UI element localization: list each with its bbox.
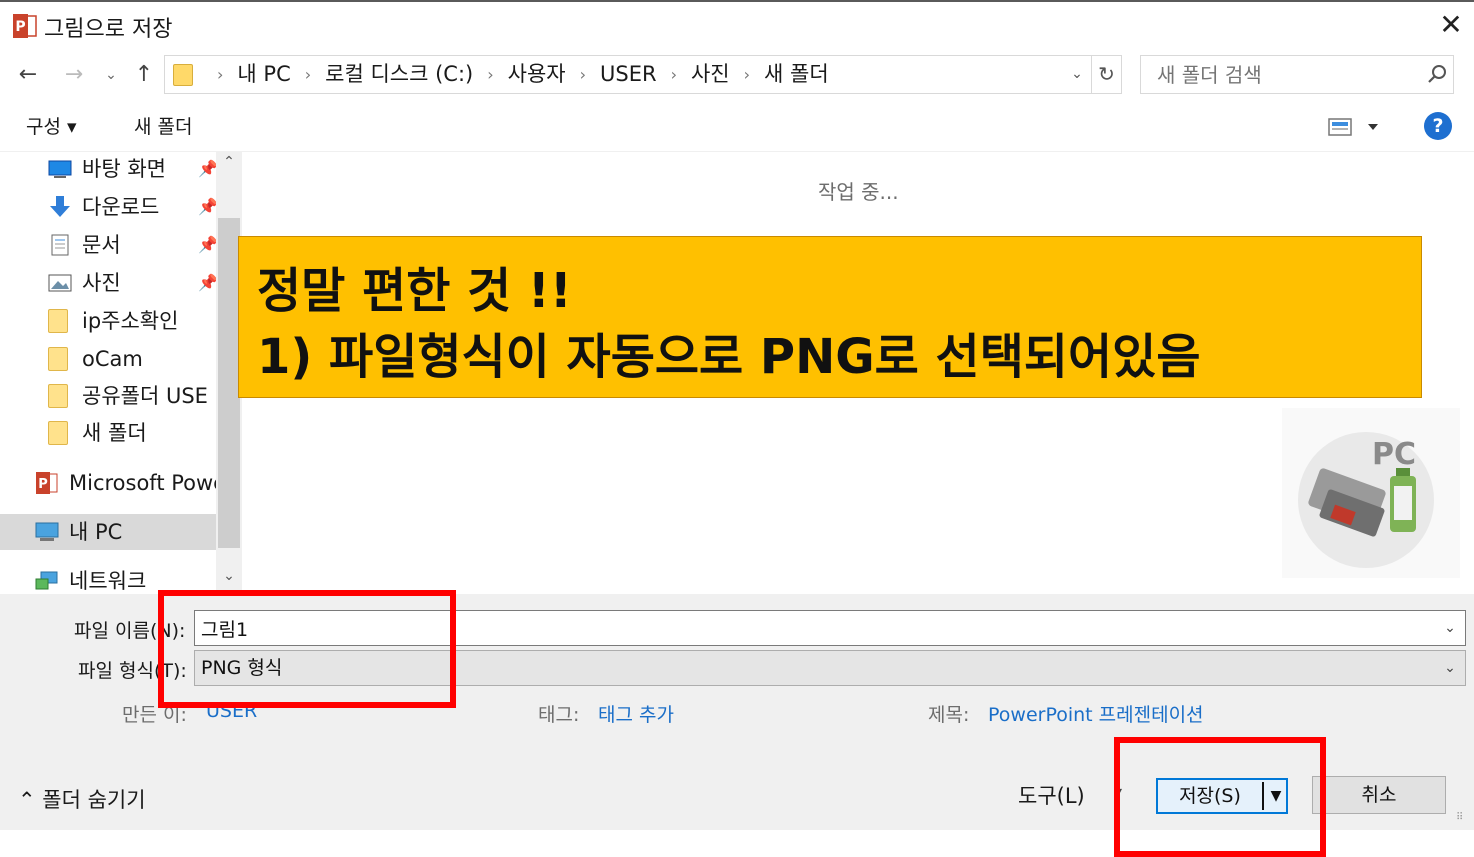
folder-icon [48, 421, 68, 445]
scroll-up-icon[interactable]: ⌃ [216, 154, 242, 178]
sidebar-item-label: 문서 [82, 233, 121, 257]
scroll-down-icon[interactable]: ⌄ [216, 568, 242, 592]
search-icon[interactable] [1425, 62, 1449, 86]
window-title: 그림으로 저장 [44, 17, 173, 42]
organize-button[interactable]: 구성 ▾ [26, 112, 77, 139]
folder-icon [173, 64, 193, 86]
sidebar-item-label: Microsoft Powe [69, 471, 227, 495]
breadcrumb-separator[interactable]: › [671, 56, 677, 93]
navigation-bar: ← → ⌄ ↑ › 내 PC › 로컬 디스크 (C:) › 사용자 › USE… [0, 50, 1474, 100]
title-bar: P 그림으로 저장 ✕ [0, 0, 1474, 50]
pin-icon[interactable]: 📌 [198, 264, 218, 302]
download-icon [50, 196, 70, 217]
recent-locations-chevron-icon[interactable]: ⌄ [98, 50, 124, 100]
close-icon[interactable]: ✕ [1436, 10, 1466, 40]
view-options-icon[interactable] [1328, 116, 1384, 138]
cancel-button[interactable]: 취소 [1312, 776, 1446, 814]
help-icon[interactable]: ? [1424, 112, 1452, 140]
navigation-pane[interactable]: 바탕 화면 📌 다운로드 📌 문서 📌 사진 📌 ip주소확인 oCam 공유폴… [0, 152, 244, 594]
tools-button[interactable]: 도구(L) [1018, 780, 1085, 810]
pc-icon [35, 522, 59, 541]
chevron-down-icon[interactable]: ⌄ [1437, 651, 1463, 685]
refresh-icon[interactable]: ↻ [1092, 55, 1122, 94]
breadcrumb-separator[interactable]: › [580, 56, 586, 93]
breadcrumb-item[interactable]: 내 PC [237, 56, 290, 93]
nav-scroll-thumb[interactable] [218, 218, 240, 548]
breadcrumb-item[interactable]: 새 폴더 [764, 56, 829, 93]
sidebar-item-label: 내 PC [69, 520, 123, 544]
watermark-logo: PC [1282, 408, 1460, 578]
breadcrumb: › 내 PC › 로컬 디스크 (C:) › 사용자 › USER › 사진 ›… [203, 56, 829, 93]
highlight-box-save-button [1114, 737, 1326, 857]
chevron-down-icon[interactable]: ⌄ [1437, 611, 1463, 645]
powerpoint-icon: P [36, 472, 58, 494]
document-icon [51, 234, 69, 256]
chevron-down-icon[interactable]: ⌄ [1067, 56, 1087, 93]
title-link[interactable]: PowerPoint 프레젠테이션 [988, 700, 1204, 727]
svg-text:PC: PC [1372, 437, 1416, 472]
svg-text:P: P [38, 477, 48, 492]
annotation-headline: 정말 편한 것 !! [257, 263, 572, 319]
add-tag-link[interactable]: 태그 추가 [598, 700, 674, 727]
breadcrumb-item[interactable]: 로컬 디스크 (C:) [325, 56, 473, 93]
address-bar[interactable]: › 내 PC › 로컬 디스크 (C:) › 사용자 › USER › 사진 ›… [164, 55, 1092, 94]
pictures-icon [48, 274, 72, 292]
hide-folders-button[interactable]: ⌃ 폴더 숨기기 [18, 784, 146, 814]
breadcrumb-item[interactable]: 사용자 [508, 56, 566, 93]
breadcrumb-separator[interactable]: › [305, 56, 311, 93]
tags-label: 태그: [538, 704, 580, 726]
back-arrow-icon[interactable]: ← [12, 50, 44, 100]
sidebar-item-label: 사진 [82, 271, 121, 295]
breadcrumb-separator[interactable]: › [487, 56, 493, 93]
search-box[interactable] [1140, 55, 1454, 94]
sidebar-item-label: ip주소확인 [82, 309, 179, 333]
resize-grip-icon[interactable]: ⠿ [1456, 812, 1470, 826]
sidebar-item-label: 다운로드 [82, 195, 160, 219]
network-icon [35, 571, 58, 590]
desktop-icon [48, 160, 72, 178]
sidebar-item-label: 공유폴더 USE [82, 384, 208, 408]
pin-icon[interactable]: 📌 [198, 226, 218, 264]
breadcrumb-item[interactable]: 사진 [691, 56, 730, 93]
highlight-box-filename-fields [158, 590, 456, 708]
sidebar-item-label: 새 폴더 [82, 421, 147, 445]
forward-arrow-icon[interactable]: → [58, 50, 90, 100]
sidebar-item-label: oCam [82, 347, 143, 371]
status-text: 작업 중... [818, 180, 899, 204]
search-input[interactable] [1141, 56, 1421, 93]
svg-text:P: P [15, 19, 25, 35]
new-folder-button[interactable]: 새 폴더 [134, 112, 192, 139]
pin-icon[interactable]: 📌 [198, 152, 218, 188]
folder-icon [48, 347, 68, 371]
folder-icon [48, 309, 68, 333]
annotation-detail: 1) 파일형식이 자동으로 PNG로 선택되어있음 [257, 329, 1201, 385]
powerpoint-icon: P [13, 14, 37, 38]
breadcrumb-separator[interactable]: › [744, 56, 750, 93]
annotation-callout: 정말 편한 것 !! 1) 파일형식이 자동으로 PNG로 선택되어있음 [238, 236, 1422, 398]
command-toolbar: 구성 ▾ 새 폴더 ? [0, 100, 1474, 152]
pin-icon[interactable]: 📌 [198, 188, 218, 226]
title-label: 제목: [928, 704, 970, 726]
sidebar-item-label: 바탕 화면 [82, 157, 166, 181]
up-arrow-icon[interactable]: ↑ [128, 50, 160, 100]
folder-icon [48, 384, 68, 408]
breadcrumb-separator[interactable]: › [217, 56, 223, 93]
breadcrumb-item[interactable]: USER [600, 56, 657, 93]
sidebar-item-label: 네트워크 [69, 569, 147, 593]
